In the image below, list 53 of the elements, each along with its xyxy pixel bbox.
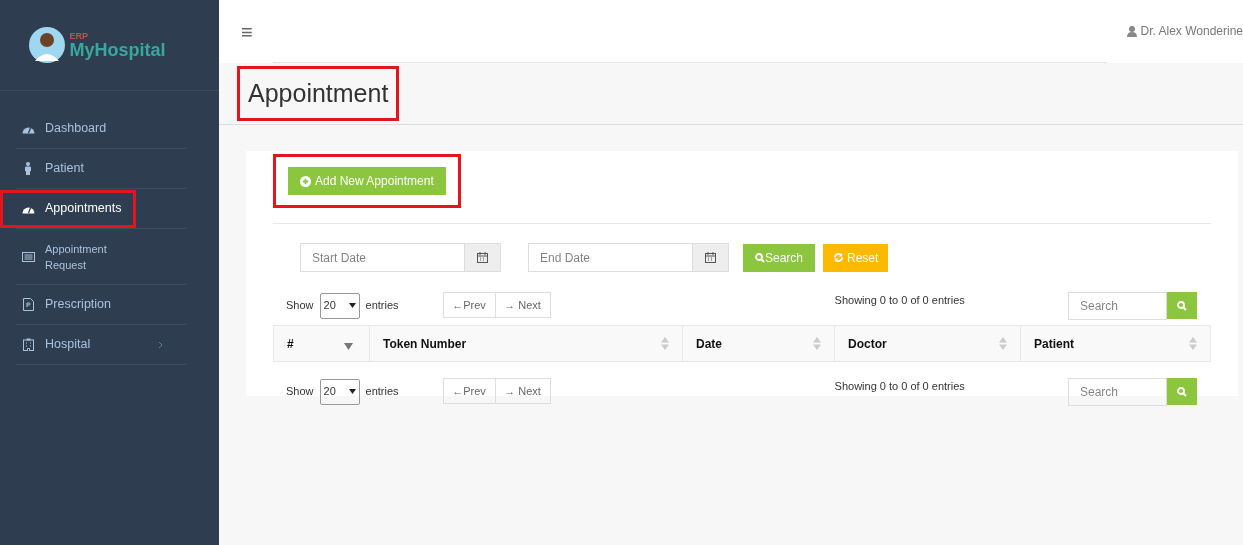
caret-down-icon bbox=[348, 303, 356, 308]
column-header[interactable]: Token Number bbox=[369, 326, 682, 361]
table-search-field[interactable]: Search bbox=[1068, 378, 1167, 406]
sidebar-item[interactable]: Appointment Request bbox=[0, 231, 136, 282]
chevron-right-icon bbox=[158, 340, 163, 349]
sidebar-item[interactable]: Dashboard bbox=[0, 109, 136, 148]
search-icon bbox=[1177, 386, 1187, 397]
start-date-field[interactable]: Start Date bbox=[300, 243, 501, 272]
sidebar-item[interactable]: Hospital bbox=[0, 325, 170, 364]
caret-down-icon bbox=[348, 389, 356, 394]
column-header[interactable]: Doctor bbox=[834, 326, 1020, 361]
sort-icon bbox=[1189, 337, 1197, 350]
sort-icon bbox=[813, 337, 821, 350]
sidebar-item[interactable]: Prescription bbox=[0, 285, 136, 324]
column-header[interactable]: Patient bbox=[1020, 326, 1210, 361]
show-label: Show bbox=[286, 384, 314, 400]
show-label: Show bbox=[286, 298, 314, 314]
sidebar-item[interactable]: Appointments bbox=[0, 189, 136, 228]
entries-label: entries bbox=[365, 384, 399, 400]
sort-icon bbox=[999, 337, 1007, 350]
page-title: Appointment bbox=[248, 77, 389, 109]
refresh-icon bbox=[833, 252, 845, 263]
document-icon bbox=[21, 298, 35, 311]
prev-button[interactable]: ←Prev bbox=[442, 378, 496, 404]
prev-button[interactable]: ←Prev bbox=[442, 292, 496, 318]
entries-info: Showing 0 to 0 of 0 entries bbox=[834, 379, 965, 394]
page-size-select[interactable]: 20 bbox=[319, 378, 360, 405]
table-search-field[interactable]: Search bbox=[1068, 292, 1167, 320]
building-icon bbox=[21, 338, 35, 351]
next-button[interactable]: → Next bbox=[495, 378, 551, 404]
user-icon bbox=[1126, 25, 1137, 37]
end-date-input[interactable]: End Date bbox=[529, 244, 692, 271]
brand-tag: ERP bbox=[69, 31, 166, 41]
end-date-field[interactable]: End Date bbox=[528, 243, 729, 272]
page-size-select[interactable]: 20 bbox=[319, 292, 360, 319]
plus-circle-icon bbox=[300, 175, 311, 187]
sort-down-icon bbox=[344, 343, 353, 350]
user-menu[interactable]: Dr. Alex Wonderine bbox=[1126, 22, 1243, 40]
next-button[interactable]: → Next bbox=[495, 292, 551, 318]
search-icon bbox=[755, 252, 765, 263]
calendar-icon[interactable] bbox=[692, 244, 728, 271]
start-date-input[interactable]: Start Date bbox=[301, 244, 464, 271]
calendar-icon[interactable] bbox=[464, 244, 500, 271]
entries-label: entries bbox=[365, 298, 399, 314]
sidebar-item[interactable]: Patient bbox=[0, 149, 136, 188]
column-header[interactable]: Date bbox=[682, 326, 834, 361]
entries-info: Showing 0 to 0 of 0 entries bbox=[834, 293, 965, 308]
card-icon bbox=[21, 251, 35, 262]
search-icon bbox=[1177, 300, 1187, 311]
sort-icon bbox=[661, 337, 669, 350]
brand-name: MyHospital bbox=[69, 40, 166, 59]
column-header[interactable]: # bbox=[274, 326, 369, 361]
menu-icon[interactable]: ≡ bbox=[241, 16, 253, 47]
